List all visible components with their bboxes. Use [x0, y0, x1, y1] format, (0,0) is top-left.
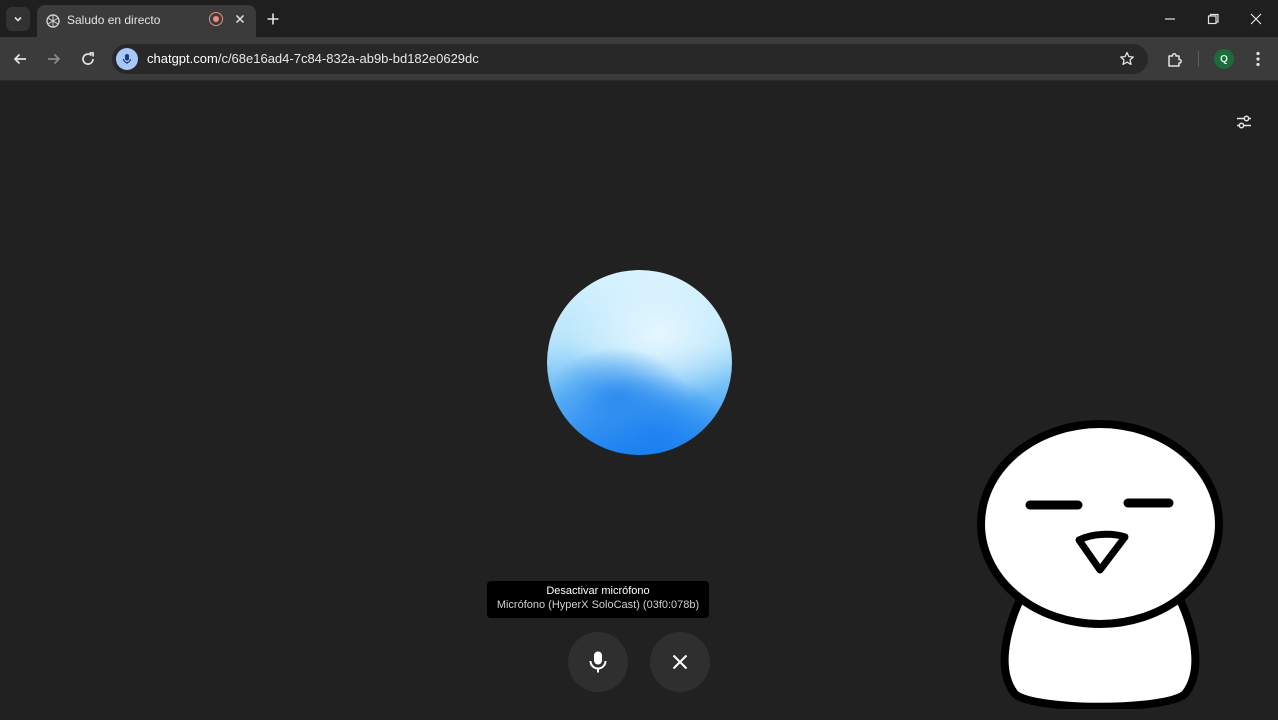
- address-bar[interactable]: chatgpt.com/c/68e16ad4-7c84-832a-ab9b-bd…: [112, 44, 1148, 74]
- url-text: chatgpt.com/c/68e16ad4-7c84-832a-ab9b-bd…: [147, 51, 479, 66]
- mute-microphone-button[interactable]: [568, 632, 628, 692]
- site-info-button[interactable]: [116, 48, 138, 70]
- url-host: chatgpt.com: [147, 51, 218, 66]
- profile-avatar[interactable]: Q: [1214, 49, 1234, 69]
- more-vert-icon[interactable]: [1248, 49, 1268, 69]
- tab-title: Saludo en directo: [67, 13, 161, 27]
- tab-search-button[interactable]: [6, 7, 30, 31]
- bookmark-star-icon[interactable]: [1118, 50, 1136, 68]
- end-voice-button[interactable]: [650, 632, 710, 692]
- extensions-icon[interactable]: [1165, 49, 1185, 69]
- back-icon[interactable]: [10, 49, 30, 69]
- toolbar-divider: [1198, 51, 1199, 67]
- microphone-icon: [589, 651, 607, 673]
- cartoon-character: [977, 420, 1223, 709]
- minimize-icon[interactable]: [1161, 10, 1179, 28]
- close-window-icon[interactable]: [1247, 10, 1265, 28]
- close-tab-icon[interactable]: [232, 11, 248, 27]
- openai-icon: [46, 14, 60, 28]
- browser-toolbar: chatgpt.com/c/68e16ad4-7c84-832a-ab9b-bd…: [0, 37, 1278, 81]
- settings-sliders-icon[interactable]: [1234, 112, 1254, 132]
- microphone-icon: [122, 54, 132, 64]
- recording-icon: [209, 12, 223, 26]
- voice-mode-page: Desactivar micrófono Micrófono (HyperX S…: [0, 82, 1278, 720]
- reload-icon[interactable]: [78, 49, 98, 69]
- chevron-down-icon: [14, 16, 22, 22]
- tab-active[interactable]: Saludo en directo: [37, 5, 256, 37]
- url-path: /c/68e16ad4-7c84-832a-ab9b-bd182e0629dc: [217, 51, 479, 66]
- close-icon: [672, 654, 688, 670]
- tooltip-title: Desactivar micrófono: [546, 585, 650, 597]
- tab-strip: Saludo en directo: [0, 0, 1278, 37]
- tooltip-subtitle: Micrófono (HyperX SoloCast) (03f0:078b): [496, 599, 700, 611]
- mic-tooltip: Desactivar micrófono Micrófono (HyperX S…: [487, 581, 709, 618]
- forward-icon[interactable]: [44, 49, 64, 69]
- new-tab-icon[interactable]: [264, 10, 282, 28]
- voice-orb: [547, 270, 732, 455]
- restore-icon[interactable]: [1204, 10, 1222, 28]
